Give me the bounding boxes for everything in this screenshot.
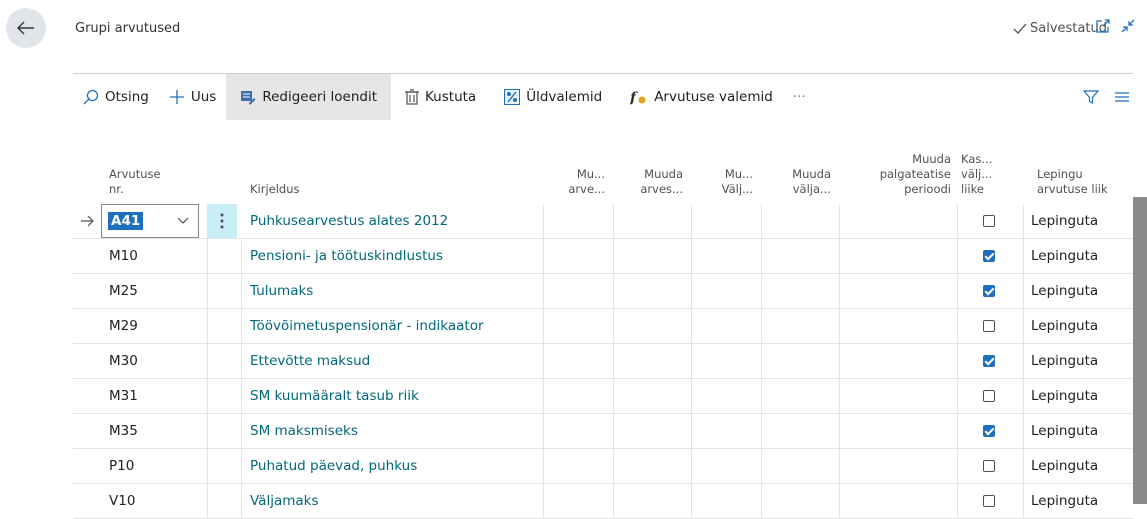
row-type[interactable]: Lepinguta [1031, 414, 1098, 448]
row-nr[interactable]: M30 [109, 344, 138, 378]
delete-button-label: Kustuta [425, 89, 477, 105]
row-desc[interactable]: Puhatud päevad, puhkus [250, 449, 417, 483]
action-bar: Otsing Uus Redigeeri loendit Kustuta Üld… [73, 73, 1133, 120]
vertical-dots-icon [220, 213, 224, 229]
column-header-c5[interactable]: Muuda palgateatise perioodi [839, 127, 957, 197]
row-nr[interactable]: V10 [109, 484, 135, 518]
column-header-c3[interactable]: Mu... Välj... [691, 127, 761, 197]
row-desc[interactable]: Puhkusearvestus alates 2012 [250, 204, 448, 238]
arrow-left-icon [17, 21, 34, 35]
row-nr[interactable]: M35 [109, 414, 138, 448]
search-icon [83, 89, 99, 105]
row-checkbox[interactable] [983, 239, 995, 273]
row-nr[interactable]: P10 [109, 449, 134, 483]
filter-icon[interactable] [1083, 89, 1099, 105]
table-row[interactable]: V10 Väljamaks Lepinguta [73, 484, 1133, 519]
column-header-c4[interactable]: Muuda välja... [761, 127, 839, 197]
percent-icon [504, 89, 521, 105]
column-header-c1[interactable]: Mu... arve... [543, 127, 613, 197]
row-type[interactable]: Lepinguta [1031, 379, 1098, 413]
general-formulas-button-label: Üldvalemid [526, 89, 603, 105]
row-checkbox[interactable] [983, 309, 995, 343]
table-row[interactable]: M29 Töövõimetuspensionär - indikaator Le… [73, 309, 1133, 344]
row-nr[interactable]: M25 [109, 274, 138, 308]
row-checkbox[interactable] [983, 204, 995, 238]
column-header-c7[interactable]: Lepingu arvutuse liik [1037, 127, 1133, 197]
search-button[interactable]: Otsing [73, 74, 159, 120]
nr-dropdown[interactable]: A41 [101, 204, 199, 238]
edit-list-button[interactable]: Redigeeri loendit [226, 74, 391, 120]
row-type[interactable]: Lepinguta [1031, 449, 1098, 483]
column-header-desc[interactable]: Kirjeldus [250, 127, 450, 197]
list-view-icon[interactable] [1115, 90, 1129, 104]
row-checkbox[interactable] [983, 344, 995, 378]
row-nr[interactable]: M10 [109, 239, 138, 273]
table-row[interactable]: M31 SM kuumääralt tasub riik Lepinguta [73, 379, 1133, 414]
checkmark-icon [1013, 23, 1027, 34]
row-desc[interactable]: Töövõimetuspensionär - indikaator [250, 309, 484, 343]
table-row[interactable]: M30 Ettevõtte maksud Lepinguta [73, 344, 1133, 379]
column-header-c6[interactable]: Kas... välj... liike [961, 127, 1021, 197]
page-title: Grupi arvutused [75, 21, 181, 36]
row-checkbox[interactable] [983, 379, 995, 413]
arrow-right-icon [81, 215, 94, 227]
new-button[interactable]: Uus [159, 74, 226, 120]
row-desc[interactable]: Tulumaks [250, 274, 313, 308]
chevron-down-icon[interactable] [177, 217, 189, 225]
row-type[interactable]: Lepinguta [1031, 274, 1098, 308]
row-checkbox[interactable] [983, 484, 995, 518]
row-nr[interactable]: M29 [109, 309, 138, 343]
row-type[interactable]: Lepinguta [1031, 484, 1098, 518]
row-desc[interactable]: Ettevõtte maksud [250, 344, 370, 378]
table-row[interactable]: A41 Puhkusearvestus alates 2012 Lepingut… [73, 204, 1133, 239]
row-checkbox[interactable] [983, 274, 995, 308]
calc-formulas-button[interactable]: f Arvutuse valemid [616, 74, 787, 120]
svg-text:f: f [630, 90, 639, 105]
row-desc[interactable]: SM maksmiseks [250, 414, 358, 448]
row-type[interactable]: Lepinguta [1031, 344, 1098, 378]
function-icon: f [630, 90, 646, 105]
row-type[interactable]: Lepinguta [1031, 239, 1098, 273]
more-actions-label: ··· [792, 89, 806, 105]
row-nr[interactable]: M31 [109, 379, 138, 413]
save-status: Salvestatud [1013, 21, 1107, 36]
edit-list-icon [241, 91, 256, 105]
row-checkbox[interactable] [983, 449, 995, 483]
vertical-scrollbar[interactable] [1133, 197, 1147, 504]
row-checkbox[interactable] [983, 414, 995, 448]
column-header-nr[interactable]: Arvutuse nr. [109, 127, 179, 197]
delete-button[interactable]: Kustuta [391, 74, 490, 120]
nr-value[interactable]: A41 [108, 212, 144, 230]
table-row[interactable]: M25 Tulumaks Lepinguta [73, 274, 1133, 309]
calc-formulas-button-label: Arvutuse valemid [654, 89, 773, 105]
row-type[interactable]: Lepinguta [1031, 309, 1098, 343]
trash-icon [405, 89, 419, 105]
open-in-new-window-icon[interactable] [1095, 18, 1111, 34]
table-row[interactable]: P10 Puhatud päevad, puhkus Lepinguta [73, 449, 1133, 484]
more-actions-button[interactable]: ··· [787, 74, 812, 120]
table-row[interactable]: M35 SM maksmiseks Lepinguta [73, 414, 1133, 449]
row-desc[interactable]: Väljamaks [250, 484, 319, 518]
plus-icon [169, 90, 184, 104]
search-button-label: Otsing [105, 89, 149, 105]
general-formulas-button[interactable]: Üldvalemid [490, 74, 616, 120]
back-button[interactable] [6, 8, 46, 48]
row-type[interactable]: Lepinguta [1031, 204, 1098, 238]
row-menu[interactable] [207, 204, 237, 238]
collapse-icon[interactable] [1120, 18, 1136, 34]
new-button-label: Uus [190, 89, 217, 105]
row-desc[interactable]: Pensioni- ja töötuskindlustus [250, 239, 443, 273]
table-row[interactable]: M10 Pensioni- ja töötuskindlustus Leping… [73, 239, 1133, 274]
row-desc[interactable]: SM kuumääralt tasub riik [250, 379, 419, 413]
column-header-c2[interactable]: Muuda arves... [613, 127, 691, 197]
edit-list-button-label: Redigeeri loendit [262, 89, 377, 105]
